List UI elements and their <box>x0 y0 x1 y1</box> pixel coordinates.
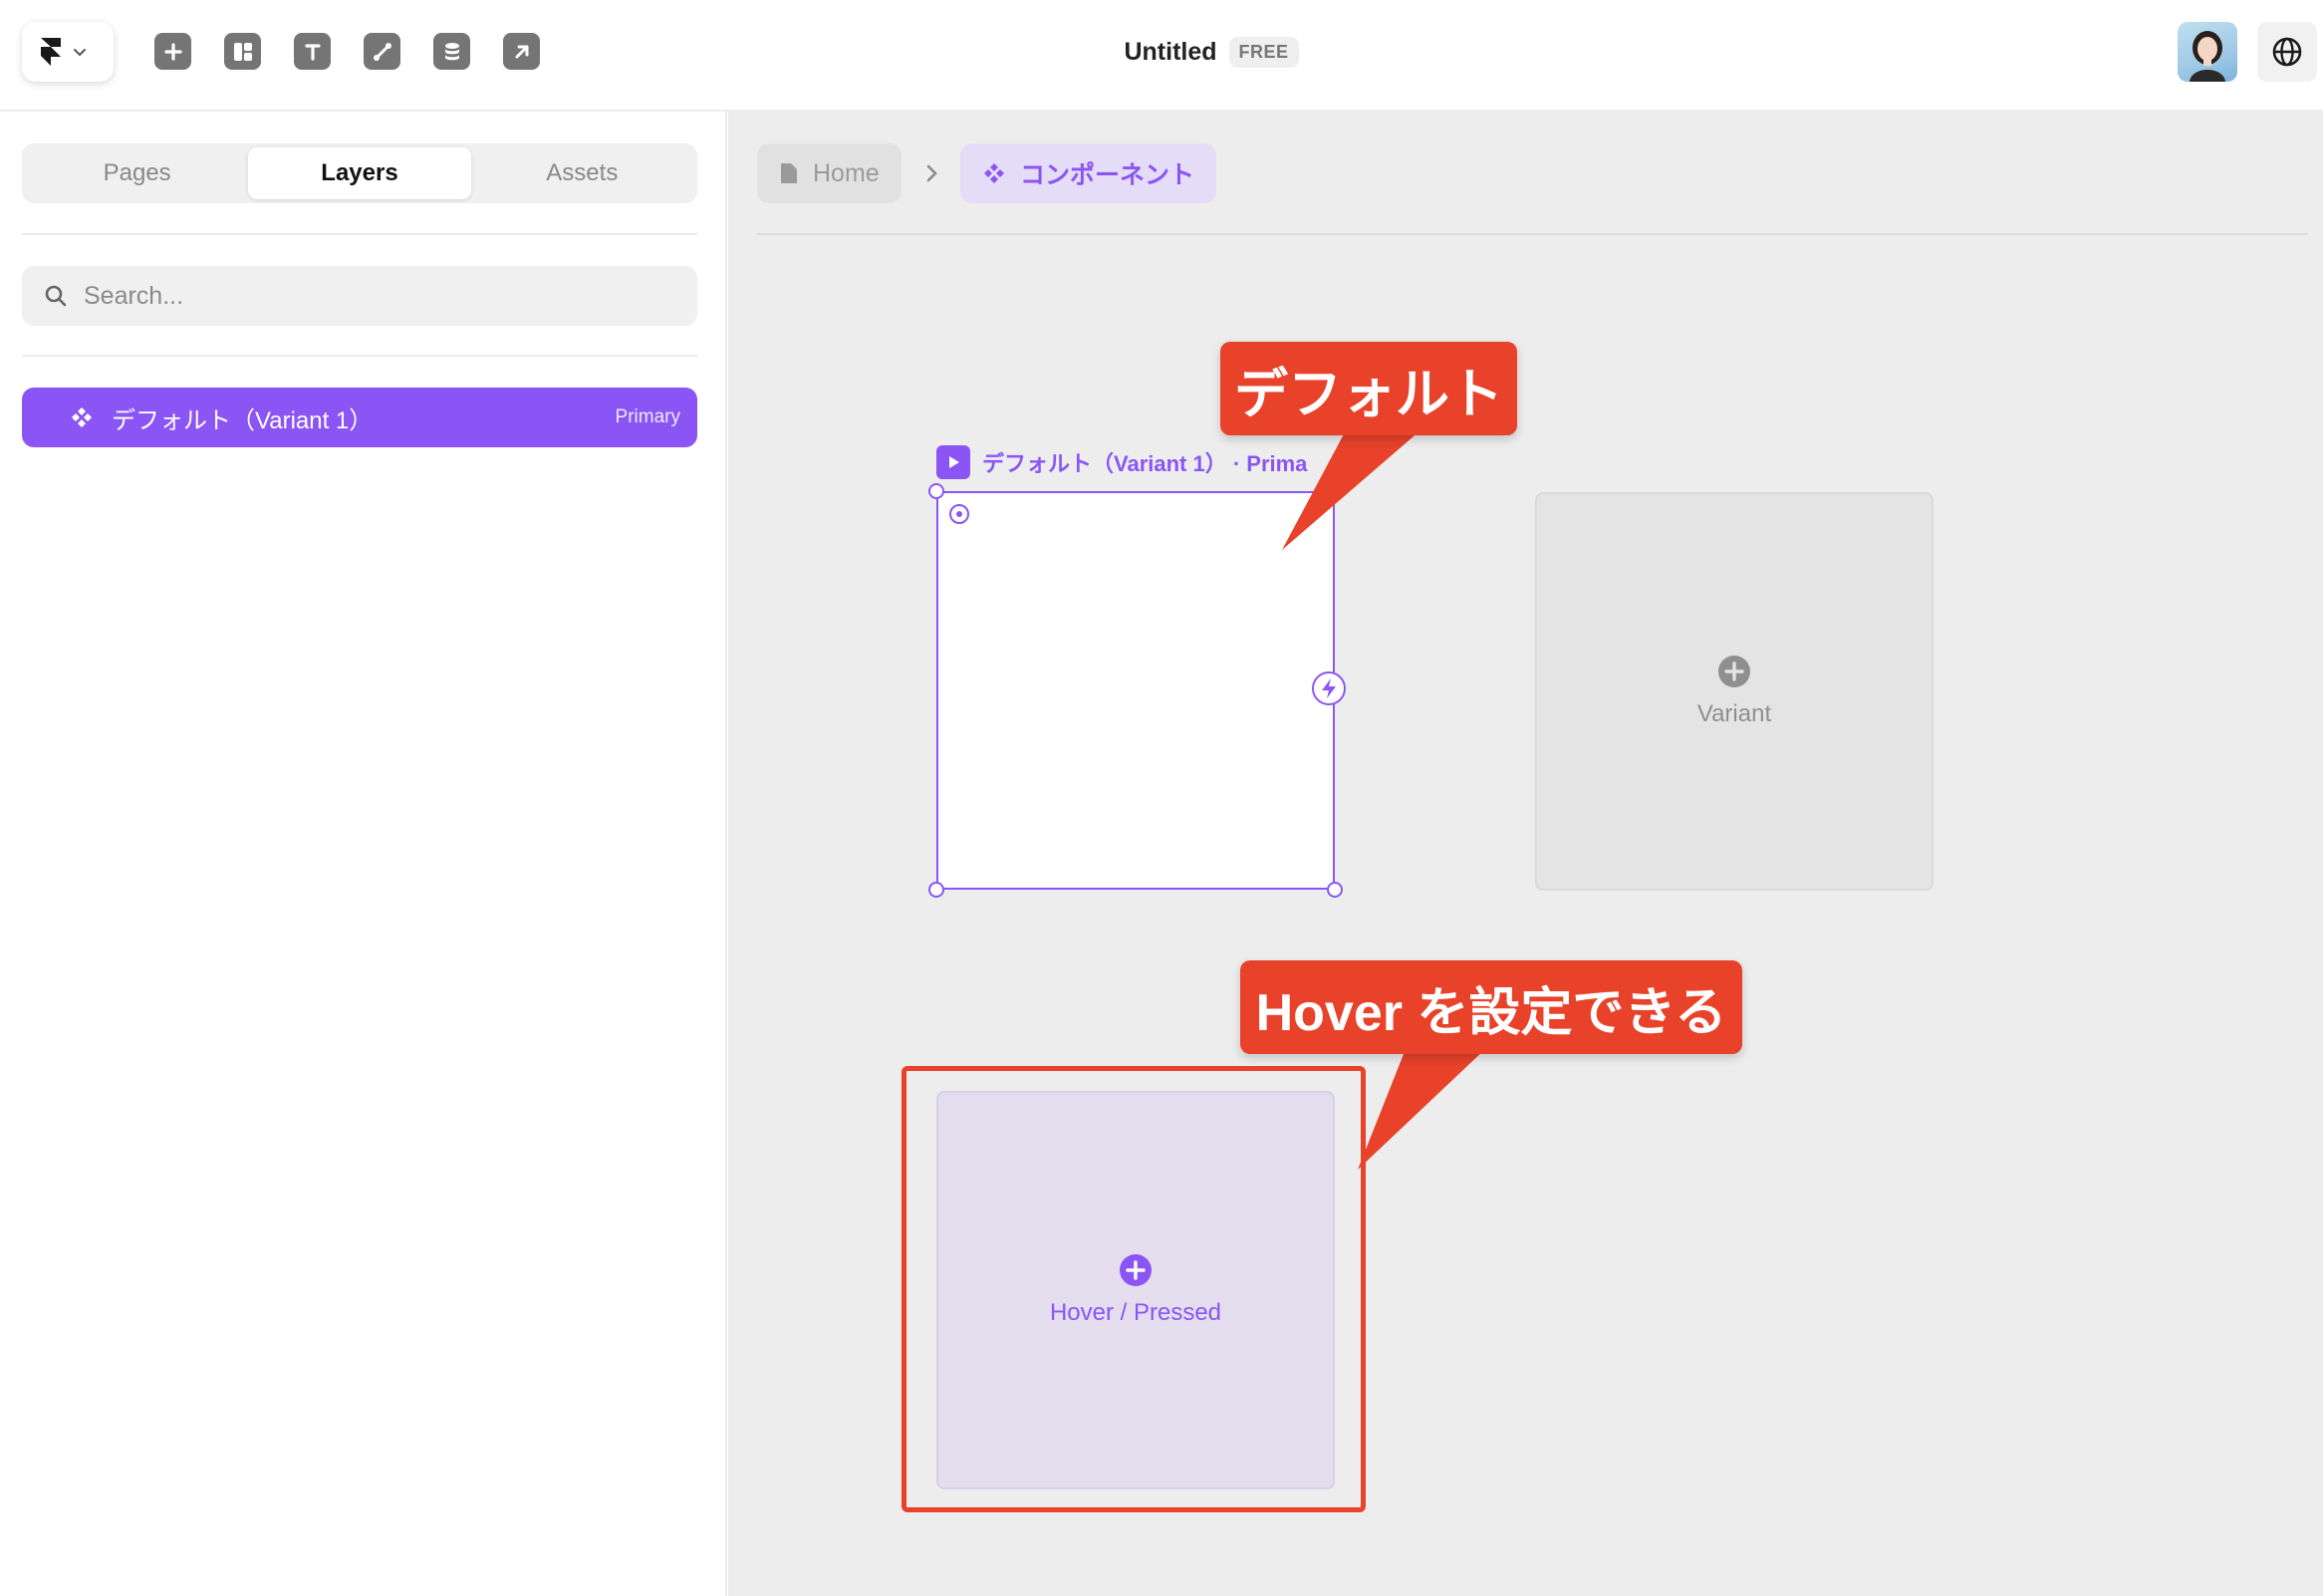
sidebar-tabs: Pages Layers Assets <box>22 143 697 203</box>
search-icon <box>45 285 67 307</box>
search-input[interactable] <box>84 281 642 311</box>
avatar[interactable] <box>2178 22 2237 82</box>
tab-layers[interactable]: Layers <box>248 147 471 199</box>
callout-pointer <box>1282 430 1485 1170</box>
tab-pages[interactable]: Pages <box>26 147 248 199</box>
layer-label: デフォルト（Variant 1） <box>112 406 374 434</box>
canvas[interactable]: Home コンポーネント デフォルト（Variant 1） · Prima Va… <box>728 112 2323 1596</box>
annotation-callout-default: デフォルト <box>1220 342 1517 435</box>
user-photo-icon <box>2190 31 2225 82</box>
document-title[interactable]: Untitled <box>1124 38 1216 67</box>
divider <box>22 233 697 235</box>
tab-assets[interactable]: Assets <box>471 147 693 199</box>
left-sidebar: Pages Layers Assets デフォルト（Variant 1） Pri… <box>0 112 727 1596</box>
annotation-callout-hover: Hover を設定できる <box>1240 960 1742 1054</box>
layer-search[interactable] <box>22 266 697 326</box>
plan-badge: FREE <box>1228 36 1299 68</box>
globe-icon <box>2272 37 2302 67</box>
divider <box>22 355 697 357</box>
layer-variant-tag: Primary <box>615 406 680 427</box>
component-icon <box>72 407 92 427</box>
document-title-area: Untitled FREE <box>0 0 2323 104</box>
publish-globe-button[interactable] <box>2257 22 2317 82</box>
layer-item-default-variant[interactable]: デフォルト（Variant 1） Primary <box>22 388 697 447</box>
top-bar: Untitled FREE <box>0 0 2323 112</box>
